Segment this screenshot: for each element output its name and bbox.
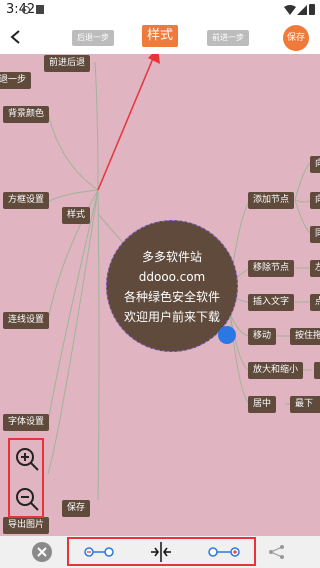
zoom-controls-highlight bbox=[8, 438, 44, 518]
zoom-in-icon[interactable] bbox=[14, 446, 40, 472]
style-button[interactable]: 样式 bbox=[142, 25, 178, 47]
status-time: 3:42 bbox=[6, 2, 36, 17]
node-add-b[interactable]: 向 bbox=[310, 192, 320, 209]
node-insert-text[interactable]: 插入文字 bbox=[248, 294, 295, 311]
node-forward-back[interactable]: 前进后退 bbox=[44, 55, 91, 72]
zoom-out-icon[interactable] bbox=[14, 486, 40, 512]
redo-button[interactable]: 前进一步 bbox=[207, 30, 249, 46]
node-add-c[interactable]: 同 bbox=[310, 226, 320, 243]
chevron-left-icon[interactable] bbox=[8, 29, 22, 45]
node-center-a[interactable]: 最下 bbox=[290, 396, 320, 413]
node-center[interactable]: 居中 bbox=[248, 396, 277, 413]
status-circle-icon bbox=[22, 6, 30, 14]
battery-icon bbox=[309, 4, 315, 15]
node-add-node[interactable]: 添加节点 bbox=[248, 192, 295, 209]
node-export-image[interactable]: 导出图片 bbox=[3, 517, 50, 534]
save-button[interactable]: 保存 bbox=[283, 25, 309, 51]
link-shrink-icon[interactable] bbox=[83, 546, 115, 558]
node-font-setting[interactable]: 字体设置 bbox=[3, 414, 50, 431]
node-border-setting[interactable]: 方框设置 bbox=[3, 192, 50, 209]
node-add-a[interactable]: 向 bbox=[310, 156, 320, 173]
node-move[interactable]: 移动 bbox=[248, 328, 277, 345]
node-zoom[interactable]: 放大和缩小 bbox=[248, 362, 304, 379]
bottom-toolbar bbox=[0, 536, 320, 568]
node-zoom-a[interactable] bbox=[314, 362, 320, 379]
link-extend-icon[interactable] bbox=[207, 546, 241, 558]
center-align-icon[interactable] bbox=[149, 542, 173, 562]
status-bar: 3:42 bbox=[0, 0, 320, 20]
node-move-a[interactable]: 按住拖 bbox=[290, 328, 320, 345]
signal-icon bbox=[297, 5, 307, 15]
wifi-icon bbox=[284, 5, 296, 15]
node-style[interactable]: 样式 bbox=[62, 207, 91, 224]
share-node-icon[interactable] bbox=[268, 544, 286, 560]
center-line: 各种绿色安全软件 bbox=[123, 290, 220, 304]
node-undo-partial[interactable]: 退一步 bbox=[0, 72, 32, 89]
node-line-setting[interactable]: 连线设置 bbox=[3, 312, 50, 329]
node-insert-a[interactable]: 点 bbox=[310, 294, 320, 311]
node-save[interactable]: 保存 bbox=[62, 500, 91, 517]
undo-button[interactable]: 后退一步 bbox=[72, 30, 114, 46]
status-sim-icon bbox=[36, 5, 44, 14]
mindmap-canvas[interactable]: 前进后退 退一步 背景颜色 方框设置 样式 连线设置 字体设置 保存 导出图片 … bbox=[0, 54, 320, 536]
node-remove-node[interactable]: 移除节点 bbox=[248, 260, 295, 277]
node-background-color[interactable]: 背景颜色 bbox=[3, 106, 50, 123]
spacing-controls-highlight bbox=[67, 537, 256, 566]
center-line: 欢迎用户前来下载 bbox=[123, 310, 220, 324]
close-icon[interactable] bbox=[32, 542, 52, 562]
center-line: ddooo.com bbox=[138, 270, 206, 284]
node-remove-a[interactable]: 左 bbox=[310, 260, 320, 277]
drag-handle[interactable] bbox=[218, 326, 236, 344]
center-line: 多多软件站 bbox=[141, 250, 202, 264]
top-toolbar: 后退一步 样式 前进一步 保存 bbox=[0, 20, 320, 54]
